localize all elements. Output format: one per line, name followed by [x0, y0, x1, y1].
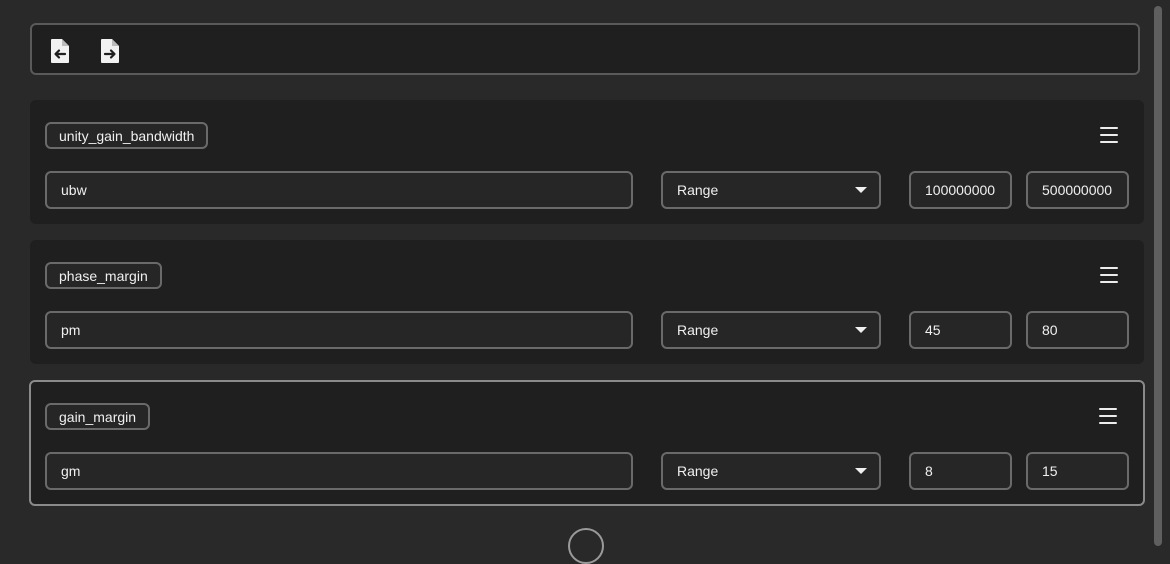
mode-select[interactable]: Range [661, 311, 881, 349]
file-import-icon [51, 39, 69, 63]
range-max-input[interactable] [1026, 311, 1129, 349]
add-spec-button[interactable] [568, 528, 604, 564]
toolbar [30, 23, 1140, 75]
spec-title-tag[interactable]: gain_margin [45, 403, 151, 430]
mode-select[interactable]: Range [661, 171, 881, 209]
range-min-input[interactable] [909, 311, 1012, 349]
range-max-input[interactable] [1026, 171, 1129, 209]
export-file-button[interactable] [98, 37, 122, 65]
hamburger-menu-icon[interactable] [1098, 127, 1120, 145]
range-min-input[interactable] [909, 452, 1012, 490]
range-max-input[interactable] [1026, 452, 1129, 490]
hamburger-menu-icon[interactable] [1097, 408, 1119, 426]
spec-title-tag[interactable]: phase_margin [45, 262, 162, 289]
import-file-button[interactable] [48, 37, 72, 65]
caret-down-icon [855, 187, 867, 193]
spec-name-input[interactable] [45, 171, 633, 209]
range-min-input[interactable] [909, 171, 1012, 209]
spec-name-input[interactable] [45, 452, 633, 490]
spec-name-input[interactable] [45, 311, 633, 349]
mode-select-value: Range [677, 463, 719, 479]
caret-down-icon [855, 327, 867, 333]
spec-card-selected[interactable]: gain_margin Range [29, 380, 1145, 506]
mode-select[interactable]: Range [661, 452, 881, 490]
mode-select-value: Range [677, 322, 719, 338]
hamburger-menu-icon[interactable] [1098, 267, 1120, 285]
file-export-icon [101, 39, 119, 63]
mode-select-value: Range [677, 182, 719, 198]
vertical-scrollbar[interactable] [1154, 6, 1162, 546]
spec-card[interactable]: phase_margin Range [30, 240, 1144, 364]
caret-down-icon [855, 468, 867, 474]
spec-card[interactable]: unity_gain_bandwidth Range [30, 100, 1144, 224]
spec-title-tag[interactable]: unity_gain_bandwidth [45, 122, 209, 149]
